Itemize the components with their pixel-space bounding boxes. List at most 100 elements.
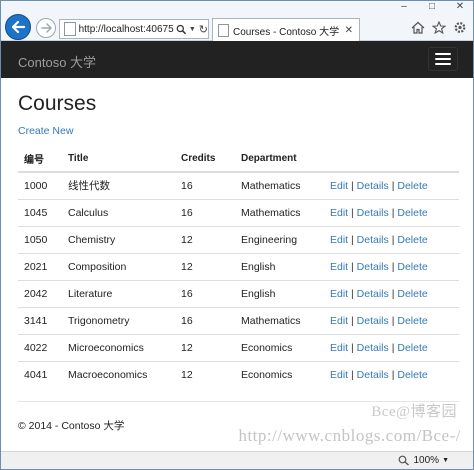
edit-link[interactable]: Edit (330, 342, 348, 354)
gear-icon[interactable] (453, 21, 467, 34)
details-link[interactable]: Details (357, 180, 389, 192)
row-actions: Edit | Details | Delete (324, 279, 459, 307)
hamburger-icon-bar (435, 58, 451, 60)
table-row: 2021 Composition 12 English Edit | Detai… (18, 252, 459, 280)
course-department: English (235, 252, 324, 280)
edit-link[interactable]: Edit (330, 369, 348, 381)
table-row: 2042 Literature 16 English Edit | Detail… (18, 279, 459, 307)
edit-link[interactable]: Edit (330, 261, 348, 273)
details-link[interactable]: Details (357, 234, 389, 246)
zoom-level: 100% (413, 455, 440, 466)
edit-link[interactable]: Edit (330, 180, 348, 192)
hamburger-icon-bar (435, 63, 451, 65)
details-link[interactable]: Details (357, 207, 389, 219)
course-number: 3141 (18, 306, 62, 334)
course-credits: 12 (175, 252, 235, 280)
chevron-down-icon[interactable]: ▼ (189, 26, 196, 33)
delete-link[interactable]: Delete (397, 180, 427, 192)
search-icon[interactable] (176, 24, 187, 35)
browser-toolbar (411, 21, 467, 34)
separator: | (351, 341, 354, 354)
table-header-row: 编号 Title Credits Department (18, 145, 459, 173)
details-link[interactable]: Details (357, 342, 389, 354)
table-row: 1045 Calculus 16 Mathematics Edit | Deta… (18, 198, 459, 226)
course-title: Macroeconomics (62, 360, 175, 388)
delete-link[interactable]: Delete (397, 234, 427, 246)
separator: | (391, 314, 395, 327)
close-window-button[interactable]: ✕ (453, 1, 467, 13)
arrow-right-icon (40, 23, 52, 33)
course-department: Engineering (235, 225, 324, 253)
address-bar[interactable]: http://localhost:40675, ▼ ↻ (59, 19, 209, 39)
course-credits: 16 (181, 179, 193, 192)
delete-link[interactable]: Delete (397, 288, 427, 300)
brand-link[interactable]: Contoso 大学 (18, 52, 96, 71)
home-icon[interactable] (411, 21, 425, 34)
edit-link[interactable]: Edit (330, 315, 348, 327)
separator: | (351, 368, 354, 381)
separator: | (391, 179, 395, 192)
back-button[interactable] (5, 14, 31, 40)
row-actions: Edit | Details | Delete (324, 306, 459, 334)
page-footer: © 2014 - Contoso 大学 (18, 420, 125, 432)
header-actions (324, 145, 459, 173)
details-link[interactable]: Details (357, 288, 389, 300)
separator: | (351, 314, 354, 327)
course-title: Chemistry (62, 225, 175, 253)
table-row: 1000 线性代数 16 Mathematics Edit | Details … (18, 172, 459, 199)
course-department: Mathematics (235, 306, 324, 334)
edit-link[interactable]: Edit (330, 207, 348, 219)
row-actions: Edit | Details | Delete (324, 252, 459, 280)
separator: | (351, 260, 354, 273)
details-link[interactable]: Details (357, 369, 389, 381)
menu-toggle-button[interactable] (428, 47, 458, 71)
delete-link[interactable]: Delete (397, 261, 427, 273)
edit-link[interactable]: Edit (330, 288, 348, 300)
course-title: Calculus (62, 198, 175, 226)
minimize-button[interactable]: – (397, 1, 411, 13)
course-number: 1000 (24, 179, 48, 192)
table-row: 1050 Chemistry 12 Engineering Edit | Det… (18, 225, 459, 253)
row-actions: Edit | Details | Delete (324, 172, 459, 199)
window-controls: – □ ✕ (397, 1, 467, 13)
close-icon[interactable]: ✕ (345, 25, 353, 36)
chevron-down-icon[interactable]: ▼ (442, 457, 449, 464)
course-title: Composition (62, 252, 175, 280)
course-title: Trigonometry (62, 306, 175, 334)
site-navbar: Contoso 大学 (1, 41, 473, 78)
edit-link[interactable]: Edit (330, 234, 348, 246)
header-title: Title (62, 145, 175, 173)
separator: | (391, 206, 395, 219)
course-title: Literature (62, 279, 175, 307)
table-row: 4022 Microeconomics 12 Economics Edit | … (18, 333, 459, 361)
arrow-left-icon (11, 21, 25, 33)
details-link[interactable]: Details (357, 261, 389, 273)
delete-link[interactable]: Delete (397, 315, 427, 327)
maximize-button[interactable]: □ (425, 1, 439, 13)
forward-button[interactable] (36, 18, 56, 38)
table-row: 4041 Macroeconomics 12 Economics Edit | … (18, 360, 459, 388)
delete-link[interactable]: Delete (397, 207, 427, 219)
row-actions: Edit | Details | Delete (324, 360, 459, 388)
separator: | (351, 233, 354, 246)
star-icon[interactable] (432, 21, 446, 34)
refresh-icon[interactable]: ↻ (199, 23, 208, 36)
course-credits: 12 (175, 225, 235, 253)
delete-link[interactable]: Delete (397, 369, 427, 381)
details-link[interactable]: Details (357, 315, 389, 327)
page-icon (64, 22, 76, 36)
course-department: English (235, 279, 324, 307)
course-department: Economics (235, 333, 324, 361)
header-department: Department (235, 145, 324, 173)
separator: | (391, 368, 395, 381)
delete-link[interactable]: Delete (397, 342, 427, 354)
separator: | (391, 233, 395, 246)
create-new-link[interactable]: Create New (18, 125, 73, 137)
browser-chrome: – □ ✕ http://localhost:40675, ▼ ↻ Course… (1, 1, 473, 41)
course-credits: 16 (175, 198, 235, 226)
address-url[interactable]: http://localhost:40675, (79, 24, 175, 35)
header-credits: Credits (175, 145, 235, 173)
tab-courses[interactable]: Courses - Contoso 大学 ✕ (212, 18, 360, 41)
zoom-control[interactable]: 100% ▼ (398, 455, 449, 466)
course-number: 4041 (18, 360, 62, 388)
